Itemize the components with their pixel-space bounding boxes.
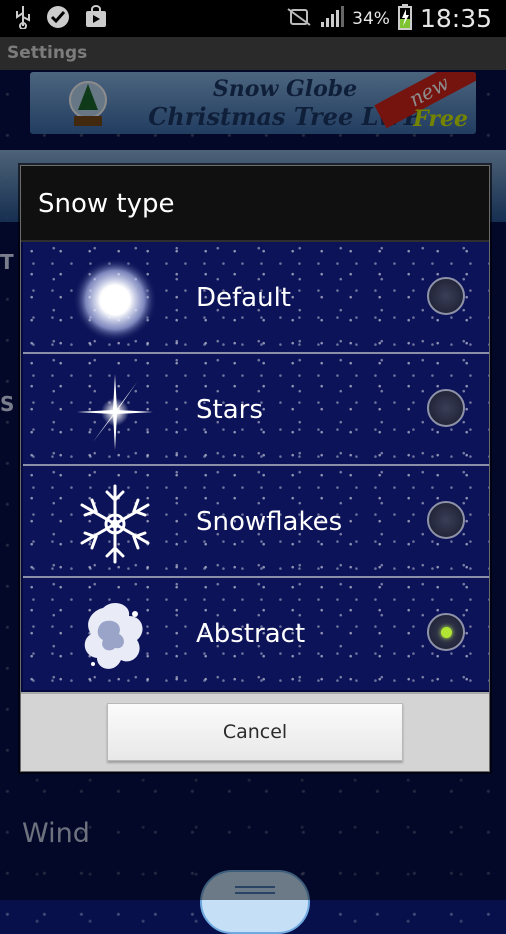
option-snowflakes[interactable]: Snowflakes: [23, 466, 489, 578]
radio-snowflakes[interactable]: [427, 501, 465, 539]
option-label: Stars: [196, 395, 263, 425]
option-stars[interactable]: Stars: [23, 354, 489, 466]
signal-icon: [320, 5, 345, 32]
radio-selected-dot: [441, 627, 452, 638]
dialog-footer: Cancel: [21, 692, 489, 771]
option-label: Snowflakes: [196, 507, 343, 537]
usb-icon: [14, 5, 32, 33]
store-bag-icon: [84, 4, 108, 33]
battery-percent: 34%: [352, 8, 390, 29]
abstract-cloud-icon: [73, 594, 157, 678]
status-bar: 34% 18:35: [0, 0, 506, 37]
snowflake-icon: [73, 482, 157, 566]
mute-icon: [286, 7, 312, 31]
settings-header: Settings: [0, 37, 506, 70]
glow-orb-icon: [73, 258, 157, 342]
option-abstract[interactable]: Abstract: [23, 578, 489, 690]
radio-default[interactable]: [427, 277, 465, 315]
option-default[interactable]: Default: [23, 242, 489, 354]
option-label: Abstract: [196, 619, 306, 649]
cancel-button[interactable]: Cancel: [107, 703, 403, 761]
check-icon: [46, 5, 70, 33]
clock: 18:35: [419, 4, 492, 33]
option-label: Default: [196, 283, 291, 313]
sparkle-star-icon: [73, 370, 157, 454]
dialog-title: Snow type: [21, 166, 489, 242]
radio-stars[interactable]: [427, 389, 465, 427]
snow-type-dialog: Snow type Default Stars Snowflakes Abstr…: [20, 165, 490, 772]
radio-abstract[interactable]: [427, 613, 465, 651]
battery-charging-icon: [397, 3, 412, 34]
